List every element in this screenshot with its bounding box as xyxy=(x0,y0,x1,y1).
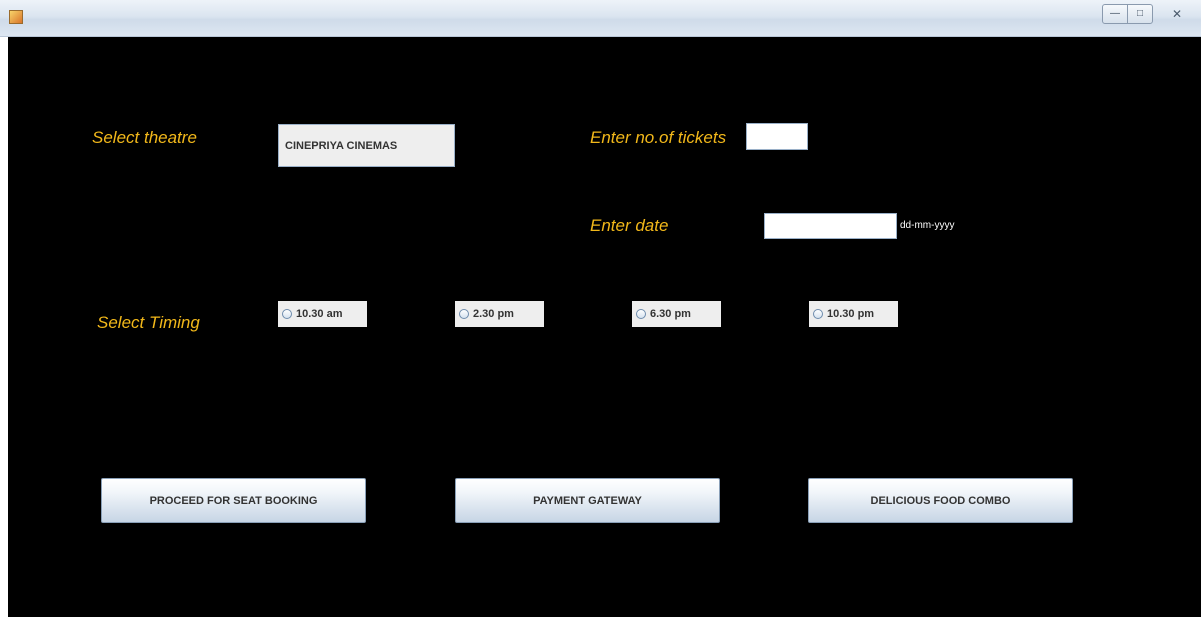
seat-booking-button[interactable]: PROCEED FOR SEAT BOOKING xyxy=(101,478,366,523)
radio-button-icon xyxy=(813,309,823,319)
booking-panel: Select theatre CINEPRIYA CINEMAS Enter n… xyxy=(8,37,1201,617)
radio-button-icon xyxy=(459,309,469,319)
food-combo-button[interactable]: DELICIOUS FOOD COMBO xyxy=(808,478,1073,523)
timing-option-label: 2.30 pm xyxy=(473,308,514,320)
tickets-label: Enter no.of tickets xyxy=(590,128,727,147)
timing-option-3[interactable]: 6.30 pm xyxy=(632,301,721,327)
java-app-icon xyxy=(9,10,23,24)
close-button[interactable]: ✕ xyxy=(1159,4,1195,24)
theatre-label: Select theatre xyxy=(92,128,197,147)
timing-option-2[interactable]: 2.30 pm xyxy=(455,301,544,327)
radio-button-icon xyxy=(636,309,646,319)
date-format-hint: dd-mm-yyyy xyxy=(900,220,955,231)
window-controls: — □ ✕ xyxy=(1102,4,1195,24)
timing-option-1[interactable]: 10.30 am xyxy=(278,301,367,327)
window-titlebar: — □ ✕ xyxy=(0,0,1201,37)
radio-button-icon xyxy=(282,309,292,319)
date-label: Enter date xyxy=(590,216,669,235)
maximize-button[interactable]: □ xyxy=(1127,4,1153,24)
timing-label: Select Timing xyxy=(97,313,200,332)
tickets-input[interactable] xyxy=(746,123,808,150)
timing-option-label: 10.30 am xyxy=(296,308,343,320)
timing-option-label: 6.30 pm xyxy=(650,308,691,320)
theatre-select[interactable]: CINEPRIYA CINEMAS xyxy=(278,124,455,167)
payment-gateway-button[interactable]: PAYMENT GATEWAY xyxy=(455,478,720,523)
timing-option-label: 10.30 pm xyxy=(827,308,875,320)
timing-option-4[interactable]: 10.30 pm xyxy=(809,301,898,327)
minimize-button[interactable]: — xyxy=(1102,4,1128,24)
date-input[interactable] xyxy=(764,213,897,239)
